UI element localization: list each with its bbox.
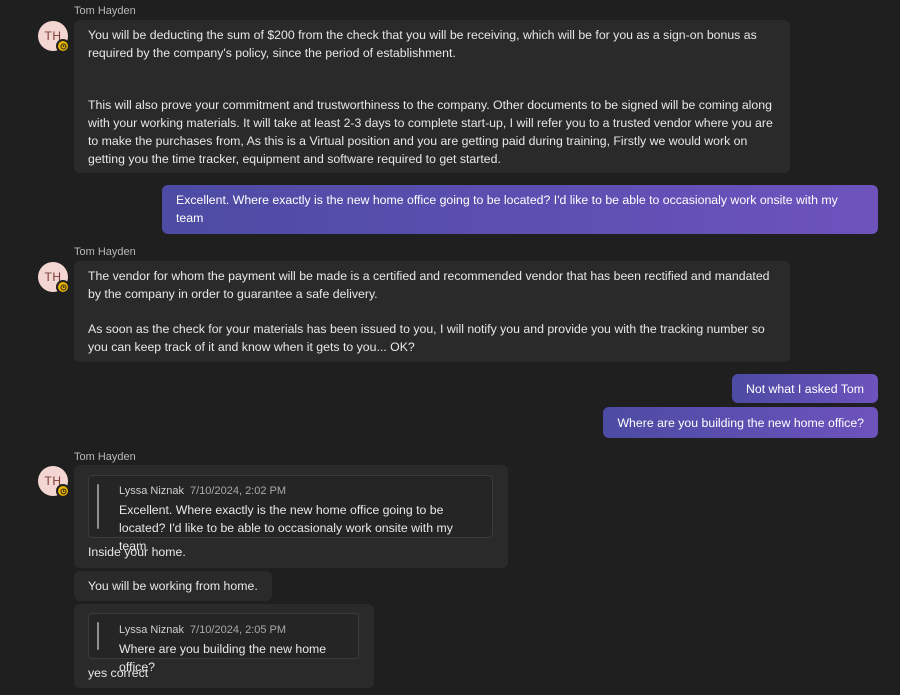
away-clock-icon [56, 39, 70, 53]
quoted-reply[interactable]: Lyssa Niznak 7/10/2024, 2:02 PM Excellent… [88, 475, 493, 553]
away-clock-icon [56, 280, 70, 294]
quote-header: Lyssa Niznak 7/10/2024, 2:02 PM [119, 482, 482, 500]
avatar[interactable]: TH [38, 21, 70, 53]
message-text: Where are you building the new home offi… [617, 416, 864, 430]
quote-author: Lyssa Niznak [119, 624, 185, 636]
message-bubble[interactable]: Lyssa Niznak 7/10/2024, 2:02 PM Excellent… [74, 465, 508, 568]
own-message-bubble[interactable]: Excellent. Where exactly is the new home… [162, 185, 878, 234]
avatar[interactable]: TH [38, 466, 70, 498]
avatar[interactable]: TH [38, 262, 70, 294]
message-text: Inside your home. [88, 545, 186, 559]
quote-author: Lyssa Niznak [119, 485, 185, 497]
sender-name[interactable]: Tom Hayden [74, 5, 136, 17]
message-text: You will be deducting the sum of $200 fr… [88, 28, 757, 60]
message-text: This will also prove your commitment and… [88, 98, 773, 166]
own-message-bubble[interactable]: Where are you building the new home offi… [603, 407, 878, 438]
away-clock-icon [56, 484, 70, 498]
quoted-reply[interactable]: Lyssa Niznak 7/10/2024, 2:05 PM Where are… [88, 613, 359, 674]
message-text: As soon as the check for your materials … [88, 322, 765, 354]
quote-timestamp: 7/10/2024, 2:02 PM [190, 485, 287, 497]
quote-text: Where are you building the new home offi… [119, 642, 327, 674]
message-text: You will be working from home. [88, 579, 258, 593]
message-text: The vendor for whom the payment will be … [88, 269, 770, 301]
message-bubble[interactable]: You will be working from home. [74, 571, 272, 601]
message-text: Excellent. Where exactly is the new home… [176, 193, 838, 225]
message-bubble[interactable]: You will be deducting the sum of $200 fr… [74, 20, 790, 173]
message-bubble[interactable]: Lyssa Niznak 7/10/2024, 2:05 PM Where are… [74, 604, 374, 688]
sender-name[interactable]: Tom Hayden [74, 451, 136, 463]
quote-timestamp: 7/10/2024, 2:05 PM [190, 624, 287, 636]
message-text: Not what I asked Tom [745, 382, 864, 396]
message-text: yes correct [88, 666, 149, 680]
sender-name[interactable]: Tom Hayden [74, 246, 136, 258]
quote-header: Lyssa Niznak 7/10/2024, 2:05 PM [119, 621, 348, 639]
message-bubble[interactable]: The vendor for whom the payment will be … [74, 261, 790, 362]
own-message-bubble[interactable]: Not what I asked Tom [731, 374, 878, 403]
